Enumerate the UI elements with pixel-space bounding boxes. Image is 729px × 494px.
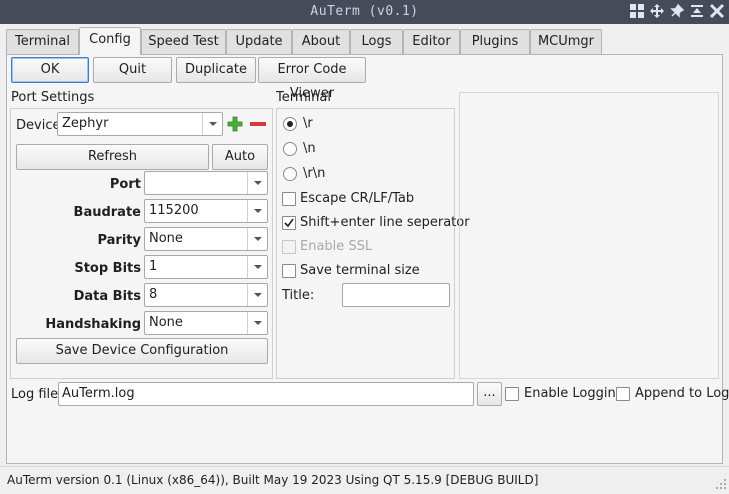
status-text: AuTerm version 0.1 (Linux (x86_64)), Bui… [7,473,539,487]
add-device-icon[interactable] [227,116,243,132]
port-settings-title: Port Settings [11,90,95,105]
append-log-checkbox[interactable] [616,387,630,401]
tab-speed-test[interactable]: Speed Test [141,29,226,54]
radio-cr[interactable] [283,117,297,131]
radio-lf-label: \n [303,141,316,156]
minimize-icon[interactable] [688,2,705,20]
tab-update[interactable]: Update [226,29,292,54]
append-log-label: Append to Log [635,386,729,401]
log-file-label: Log file: [11,387,63,402]
device-value: Zephyr [62,116,109,131]
tab-plugins[interactable]: Plugins [460,29,530,54]
ok-button[interactable]: OK [11,57,89,83]
browse-button[interactable]: ... [477,382,502,406]
tab-about[interactable]: About [292,29,350,54]
tab-mcumgr[interactable]: MCUmgr [530,29,602,54]
chevron-down-icon [247,228,267,250]
config-panel: OK Quit Duplicate Error Code Viewer Port… [6,54,729,464]
error-code-viewer-button[interactable]: Error Code Viewer [258,57,366,101]
chevron-down-icon [202,113,222,135]
log-file-input[interactable]: AuTerm.log [58,382,474,406]
quit-button[interactable]: Quit [93,57,172,83]
parity-value: None [149,231,183,246]
move-icon[interactable] [648,2,665,20]
enable-logging-label: Enable Logging [524,386,624,401]
device-select[interactable]: Zephyr [57,112,223,136]
save-terminal-size-checkbox[interactable] [282,264,296,278]
radio-crlf-label: \r\n [303,166,326,181]
save-terminal-size-label: Save terminal size [300,263,420,278]
shift-enter-checkbox[interactable] [282,216,296,230]
tile-windows-icon[interactable] [628,2,645,20]
parity-label: Parity [97,233,141,248]
port-select[interactable] [144,171,268,195]
handshaking-value: None [149,315,183,330]
tab-config[interactable]: Config [79,27,141,55]
data-bits-value: 8 [149,287,158,302]
title-bar: AuTerm (v0.1) [0,0,729,24]
baudrate-label: Baudrate [73,205,141,220]
data-bits-label: Data Bits [73,289,141,304]
data-bits-select[interactable]: 8 [144,283,268,307]
close-icon[interactable] [708,2,725,20]
parity-select[interactable]: None [144,227,268,251]
stop-bits-value: 1 [149,259,158,274]
enable-ssl-label: Enable SSL [300,239,373,254]
refresh-button[interactable]: Refresh [16,144,209,170]
stop-bits-label: Stop Bits [74,261,141,276]
handshaking-label: Handshaking [45,317,141,332]
terminal-group-title: Terminal [276,90,331,105]
window-controls [628,2,725,20]
tab-terminal[interactable]: Terminal [6,29,79,54]
tab-editor[interactable]: Editor [403,29,460,54]
resize-grip-icon[interactable] [715,478,727,490]
radio-crlf[interactable] [283,167,297,181]
checkmark-icon [284,218,294,228]
chevron-down-icon [247,256,267,278]
chevron-down-icon [247,172,267,194]
window-title: AuTerm (v0.1) [310,4,419,19]
stop-bits-select[interactable]: 1 [144,255,268,279]
baudrate-value: 115200 [149,203,199,218]
remove-device-icon[interactable] [249,116,267,132]
baudrate-select[interactable]: 115200 [144,199,268,223]
title-input[interactable] [342,283,450,307]
escape-label: Escape CR/LF/Tab [300,191,415,206]
auto-button[interactable]: Auto [212,144,268,170]
handshaking-select[interactable]: None [144,311,268,335]
title-label: Title: [282,288,315,303]
save-device-config-button[interactable]: Save Device Configuration [16,338,268,364]
status-bar: AuTerm version 0.1 (Linux (x86_64)), Bui… [0,466,729,492]
refresh-label: Refresh [87,149,138,164]
chevron-down-icon [247,312,267,334]
enable-logging-checkbox[interactable] [505,387,519,401]
chevron-down-icon [247,284,267,306]
chevron-down-icon [247,200,267,222]
radio-lf[interactable] [283,142,297,156]
tab-logs[interactable]: Logs [350,29,403,54]
enable-ssl-checkbox [282,240,296,254]
empty-panel [459,92,719,379]
shift-enter-label: Shift+enter line seperator [300,215,470,230]
port-label: Port [109,177,141,192]
device-label: Device [16,118,61,133]
escape-checkbox[interactable] [282,192,296,206]
pin-icon[interactable] [668,2,685,20]
duplicate-button[interactable]: Duplicate [176,57,256,83]
radio-cr-label: \r [303,116,313,131]
